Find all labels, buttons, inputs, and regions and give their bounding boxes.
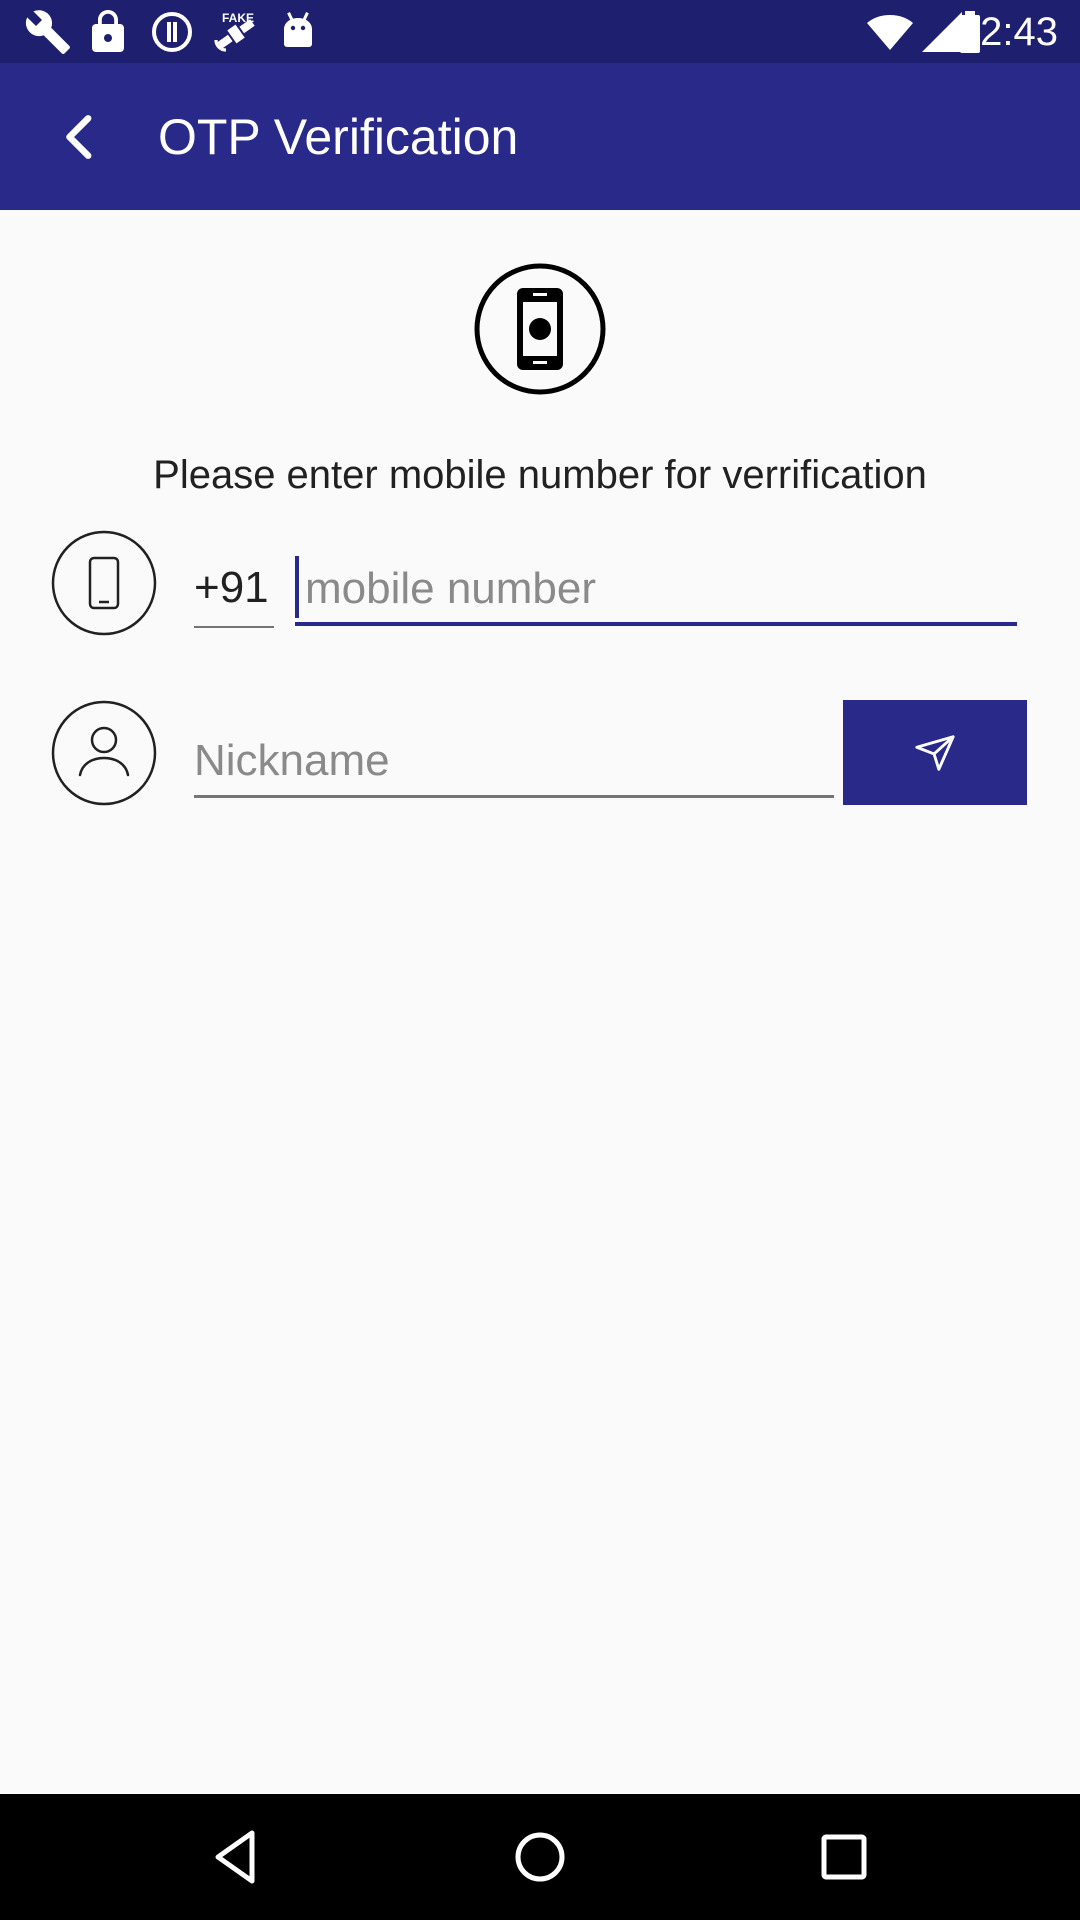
- nickname-input[interactable]: [194, 726, 834, 795]
- verification-prompt: Please enter mobile number for verrifica…: [153, 453, 927, 497]
- mobile-number-field[interactable]: [295, 556, 1017, 626]
- status-bar: FAKE 2:43: [0, 0, 1080, 63]
- info-icon: [152, 12, 192, 52]
- country-code: +91: [194, 558, 274, 628]
- nickname-field[interactable]: [194, 726, 834, 798]
- send-button[interactable]: [843, 700, 1027, 805]
- phone-icon: [51, 530, 157, 636]
- recents-square-icon[interactable]: [804, 1817, 884, 1897]
- wifi-icon: [867, 15, 913, 50]
- back-button[interactable]: [34, 91, 126, 183]
- send-icon: [915, 734, 955, 771]
- arrow-back-icon: [66, 115, 92, 159]
- person-icon: [51, 700, 157, 806]
- home-circle-icon[interactable]: [500, 1817, 580, 1897]
- app-bar: OTP Verification: [0, 63, 1080, 210]
- lock-icon: [92, 10, 124, 52]
- mobile-number-input[interactable]: [295, 556, 1017, 622]
- smartphone-icon: [474, 263, 606, 395]
- page-title: OTP Verification: [158, 109, 519, 165]
- back-triangle-icon[interactable]: [196, 1817, 276, 1897]
- android-icon: [284, 12, 312, 47]
- text-cursor: [295, 556, 299, 618]
- wrench-icon: [25, 10, 70, 54]
- fake-gps-satellite-icon: FAKE: [214, 11, 255, 52]
- navigation-bar: [0, 1794, 1080, 1920]
- fake-label: FAKE: [222, 11, 254, 25]
- status-time: 2:43: [980, 10, 1058, 54]
